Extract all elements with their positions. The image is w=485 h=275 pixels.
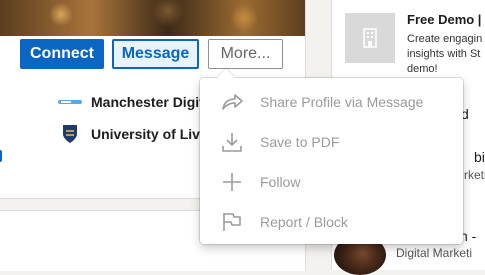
education-name: University of Live	[91, 126, 208, 142]
download-icon	[220, 130, 244, 154]
ad-title[interactable]: Free Demo |	[407, 12, 481, 27]
cover-image	[0, 0, 305, 36]
menu-item-report-block[interactable]: Report / Block	[200, 202, 463, 242]
flag-icon	[220, 210, 244, 234]
menu-item-label: Save to PDF	[260, 134, 340, 150]
education-item-liverpool[interactable]: University of Live	[57, 123, 208, 145]
education-name: Manchester Digit	[91, 94, 204, 110]
connect-button[interactable]: Connect	[20, 39, 104, 69]
partial-text: bir	[474, 149, 485, 165]
menu-item-share-profile[interactable]: Share Profile via Message	[200, 82, 463, 122]
university-crest-icon	[57, 124, 83, 144]
share-arrow-icon	[220, 90, 244, 114]
menu-item-label: Share Profile via Message	[260, 94, 424, 110]
plus-icon	[220, 170, 244, 194]
partial-text: Digital Marketi	[396, 246, 473, 260]
more-actions-dropdown: Share Profile via Message Save to PDF Fo…	[200, 68, 463, 244]
activity-indicator	[0, 150, 2, 162]
education-item-manchester[interactable]: Manchester Digit	[57, 91, 204, 113]
manchester-logo-icon	[57, 92, 83, 112]
menu-item-follow[interactable]: Follow	[200, 162, 463, 202]
menu-item-label: Follow	[260, 174, 301, 190]
menu-item-save-pdf[interactable]: Save to PDF	[200, 122, 463, 162]
menu-item-label: Report / Block	[260, 214, 348, 230]
company-logo-icon[interactable]	[345, 13, 395, 63]
more-button[interactable]: More...	[208, 39, 283, 69]
partial-text: rketi	[464, 168, 485, 182]
message-button[interactable]: Message	[112, 39, 199, 69]
ad-body: Create engagin insights with St demo!	[407, 33, 483, 75]
